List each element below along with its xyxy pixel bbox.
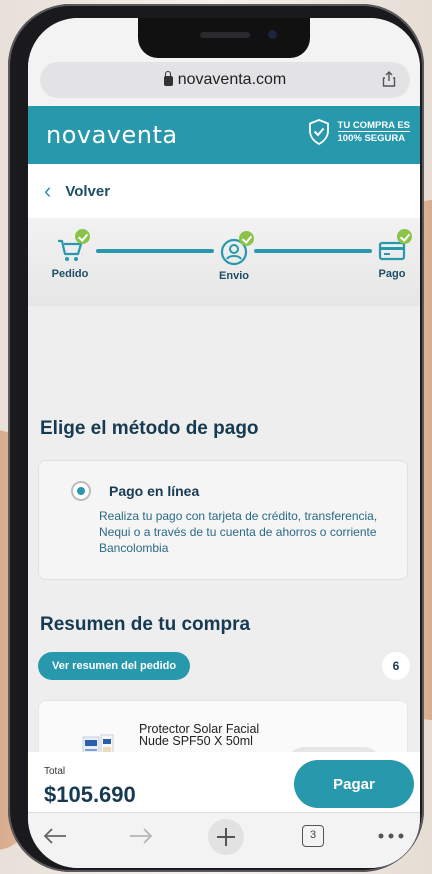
site-header: novaventa TU COMPRA ES 100% SEGURA (28, 106, 420, 164)
speaker-grille (200, 32, 250, 38)
photo-background: novaventa.com novaventa TU COMPRA ES 100… (0, 0, 432, 874)
phone-notch (138, 18, 310, 58)
browser-bottom-toolbar: 3 (28, 812, 420, 868)
checkout-content: Elige el método de pago Pago en línea Re… (28, 306, 420, 780)
product-name: Protector Solar Facial Nude SPF50 X 50ml (139, 722, 260, 748)
payment-method-title: Elige el método de pago (40, 418, 259, 439)
check-icon (397, 229, 412, 244)
item-count-badge: 6 (382, 652, 410, 680)
secure-text-line2: 100% SEGURA (337, 131, 410, 144)
back-label: Volver (65, 182, 111, 200)
shield-check-icon (308, 119, 329, 145)
chevron-left-icon: ‹ (44, 178, 52, 203)
check-icon (75, 229, 90, 244)
tabs-button[interactable]: 3 (298, 821, 328, 851)
new-tab-plus-icon[interactable] (208, 819, 244, 855)
step-envio: Envio (204, 231, 264, 282)
payment-option-label: Pago en línea (109, 483, 200, 499)
stepper-line (96, 249, 214, 253)
payment-option-card[interactable]: Pago en línea Realiza tu pago con tarjet… (38, 460, 408, 580)
phone-screen: novaventa.com novaventa TU COMPRA ES 100… (28, 18, 420, 868)
share-icon[interactable] (382, 71, 396, 87)
step-label: Envio (219, 270, 249, 282)
checkout-stepper: Pedido Envio Pago (28, 218, 420, 306)
view-order-summary-button[interactable]: Ver resumen del pedido (38, 652, 191, 680)
secure-text-line1: TU COMPRA ES (337, 120, 410, 131)
forward-arrow-icon[interactable] (126, 821, 156, 851)
lock-icon (163, 71, 173, 86)
step-pago: Pago (362, 229, 420, 280)
step-pedido: Pedido (40, 229, 100, 280)
back-link[interactable]: ‹ Volver (28, 164, 420, 218)
payment-radio[interactable] (71, 481, 91, 501)
payment-option-description: Realiza tu pago con tarjeta de crédito, … (99, 509, 378, 555)
summary-title: Resumen de tu compra (40, 614, 251, 635)
total-bar: Total $105.690 Pagar (28, 752, 420, 812)
step-label: Pago (378, 268, 406, 280)
total-label: Total (44, 766, 66, 777)
pay-button[interactable]: Pagar (294, 760, 414, 808)
back-arrow-icon[interactable] (40, 821, 70, 851)
novaventa-logo[interactable]: novaventa (46, 121, 178, 149)
secure-purchase-badge: TU COMPRA ES 100% SEGURA (308, 119, 410, 145)
more-menu-icon[interactable] (376, 821, 406, 851)
step-label: Pedido (51, 268, 89, 280)
url-text: novaventa.com (177, 71, 287, 88)
stepper-line (254, 249, 372, 253)
tab-count: 3 (302, 825, 324, 847)
total-value: $105.690 (44, 782, 136, 807)
camera-icon (268, 30, 277, 39)
address-bar[interactable]: novaventa.com (40, 62, 410, 98)
check-icon (239, 231, 254, 246)
phone-frame: novaventa.com novaventa TU COMPRA ES 100… (8, 4, 424, 872)
